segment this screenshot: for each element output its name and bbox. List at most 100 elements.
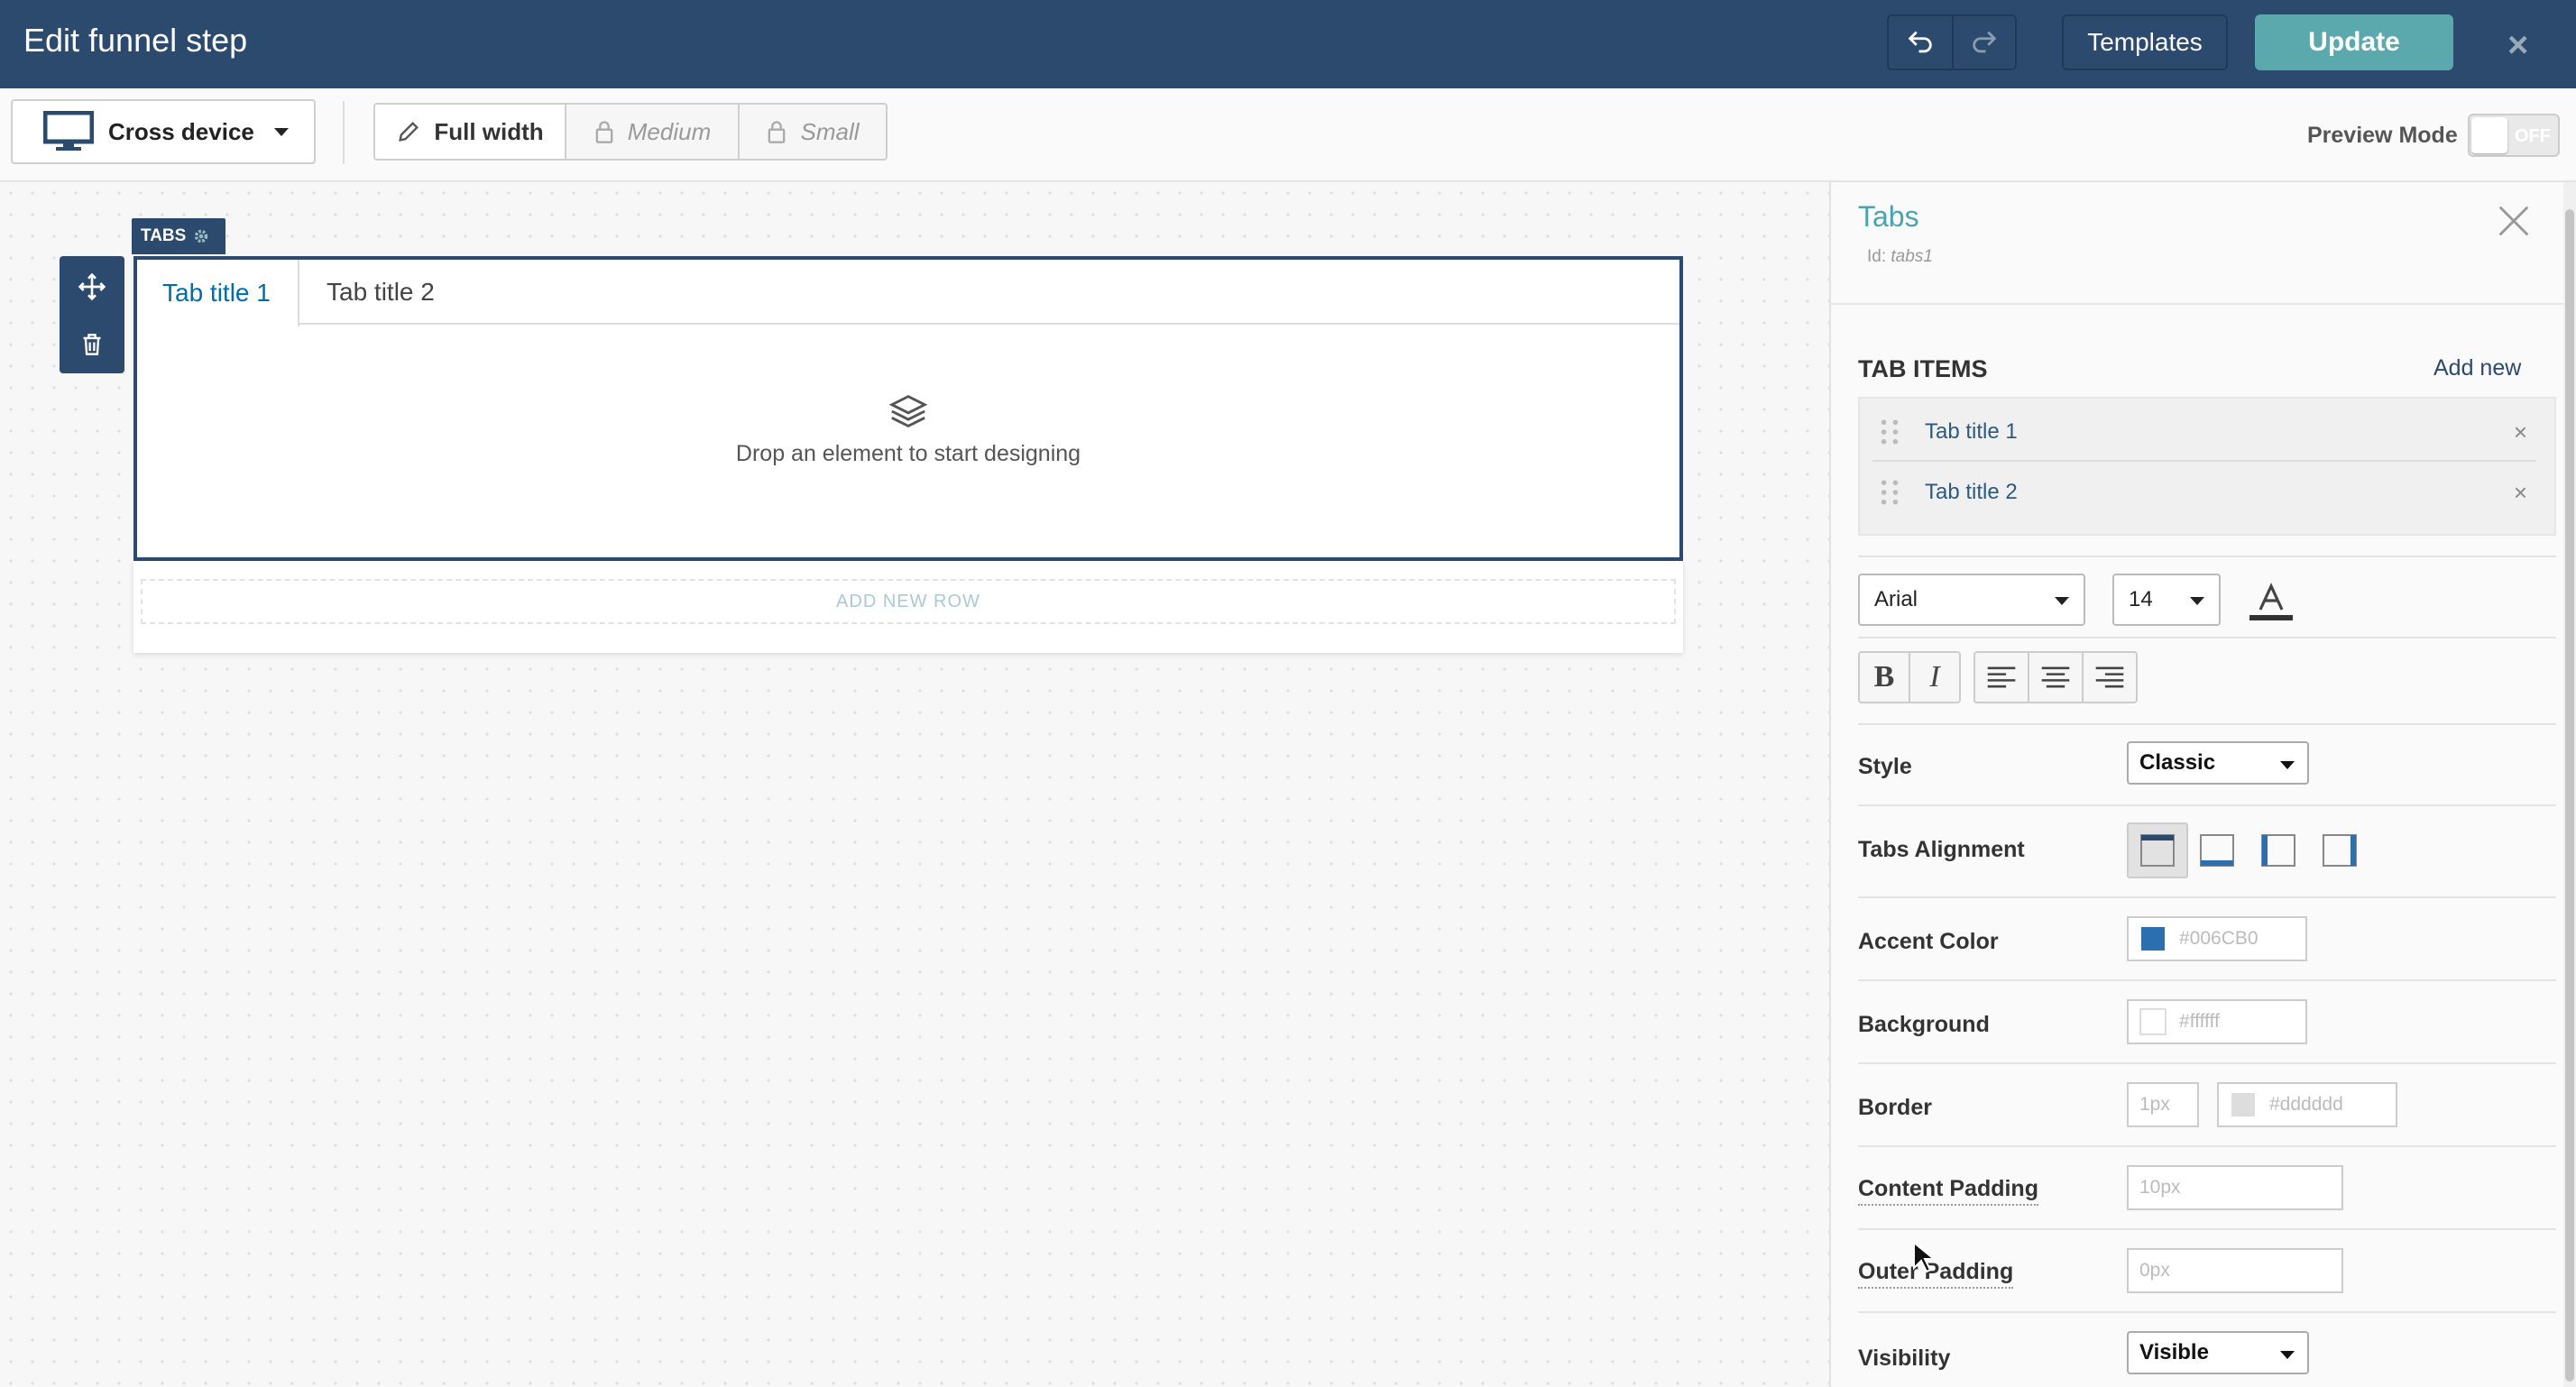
tabs-top-icon (2140, 834, 2175, 867)
content-padding-label: Content Padding (1858, 1176, 2038, 1206)
tabs-tag-label: TABS (141, 226, 187, 245)
background-color-value: #ffffff (2179, 1011, 2220, 1032)
toggle-knob (2471, 117, 2507, 153)
delete-element-button[interactable] (60, 316, 124, 373)
element-toolbar (60, 256, 124, 373)
border-color-input[interactable]: #dddddd (2217, 1082, 2397, 1127)
bold-button[interactable]: B (1858, 651, 1910, 703)
tab-title-1[interactable]: Tab title 1 (137, 260, 299, 326)
tab-items-list: Tab title 1 × Tab title 2 × (1858, 397, 2556, 536)
add-new-row-button[interactable]: ADD NEW ROW (141, 579, 1676, 624)
divider (1858, 1311, 2556, 1313)
align-right-icon (2095, 666, 2124, 688)
update-button[interactable]: Update (2255, 14, 2453, 70)
align-left-icon (1987, 666, 2016, 688)
element-id-label: Id: (1867, 247, 1887, 266)
medium-width-button[interactable]: Medium (565, 103, 740, 161)
tabs-align-left-button[interactable] (2248, 822, 2309, 878)
tabs-alignment-label: Tabs Alignment (1858, 837, 2025, 862)
align-center-button[interactable] (2028, 651, 2084, 703)
element-id: Id: tabs1 (1867, 247, 1933, 267)
content-padding-value: 10px (2139, 1177, 2181, 1198)
chevron-down-icon (2055, 597, 2069, 605)
preview-mode-toggle[interactable]: OFF (2468, 114, 2560, 157)
border-color-swatch[interactable] (2230, 1091, 2257, 1118)
outer-padding-input[interactable]: 0px (2127, 1248, 2343, 1293)
align-right-button[interactable] (2082, 651, 2138, 703)
full-width-button[interactable]: Full width (373, 103, 566, 161)
align-left-button[interactable] (1973, 651, 2029, 703)
element-id-value: tabs1 (1891, 247, 1933, 266)
font-family-select[interactable]: Arial (1858, 574, 2085, 626)
device-selector[interactable]: Cross device (11, 99, 316, 164)
monitor-icon (43, 111, 94, 151)
tabs-align-top-button[interactable] (2127, 822, 2188, 878)
style-select[interactable]: Classic (2127, 741, 2309, 785)
close-icon[interactable]: × (2507, 25, 2528, 66)
visibility-value: Visible (2139, 1340, 2209, 1364)
remove-item-icon[interactable]: × (2514, 418, 2527, 446)
panel-title: Tabs (1858, 200, 1919, 233)
border-width-value: 1px (2139, 1094, 2170, 1115)
border-width-input[interactable]: 1px (2127, 1082, 2199, 1127)
tabs-element[interactable]: Tab title 1 Tab title 2 Drop an element … (133, 256, 1683, 561)
align-center-icon (2041, 666, 2070, 688)
style-label: Style (1858, 754, 1912, 779)
accent-color-label: Accent Color (1858, 929, 1999, 954)
list-item[interactable]: Tab title 1 × (1872, 404, 2536, 462)
move-icon (78, 272, 106, 301)
tab-header: Tab title 1 Tab title 2 (137, 260, 1679, 326)
tab-item-label[interactable]: Tab title 2 (1925, 480, 2018, 505)
accent-color-input[interactable]: #006CB0 (2127, 916, 2307, 961)
templates-button[interactable]: Templates (2062, 14, 2228, 70)
accent-color-swatch[interactable] (2139, 925, 2167, 952)
grip-icon[interactable] (1880, 418, 1900, 445)
toolbar-divider (343, 101, 345, 164)
grip-icon[interactable] (1880, 479, 1900, 506)
small-width-button[interactable]: Small (738, 103, 888, 161)
content-padding-input[interactable]: 10px (2127, 1165, 2343, 1210)
divider (1858, 1145, 2556, 1147)
lock-icon (768, 121, 786, 143)
medium-width-label: Medium (627, 117, 712, 145)
full-width-label: Full width (434, 117, 544, 145)
tabs-align-bottom-button[interactable] (2186, 822, 2248, 878)
divider (1858, 1228, 2556, 1230)
background-color-swatch[interactable] (2139, 1008, 2167, 1035)
add-new-tab-link[interactable]: Add new (2433, 355, 2521, 381)
style-value: Classic (2139, 750, 2216, 775)
tabs-align-right-button[interactable] (2309, 822, 2370, 878)
scrollbar-thumb[interactable] (2565, 209, 2574, 1382)
drop-zone[interactable]: Drop an element to start designing (137, 393, 1679, 467)
border-color-value: #dddddd (2269, 1094, 2343, 1115)
panel-scrollbar[interactable] (2563, 182, 2576, 1387)
divider (1858, 896, 2556, 898)
tab-title-2[interactable]: Tab title 2 (299, 260, 480, 325)
device-label: Cross device (108, 117, 254, 145)
gear-icon[interactable] (193, 228, 209, 244)
list-item[interactable]: Tab title 2 × (1872, 464, 2536, 521)
layers-icon (888, 395, 928, 427)
tabs-element-tag[interactable]: TABS (132, 218, 225, 254)
bold-icon: B (1873, 660, 1895, 694)
background-label: Background (1858, 1012, 1990, 1037)
mouse-cursor-icon (1913, 1241, 1934, 1273)
redo-button[interactable] (1952, 14, 2017, 70)
background-color-input[interactable]: #ffffff (2127, 999, 2307, 1044)
tab-item-label[interactable]: Tab title 1 (1925, 419, 2018, 445)
remove-item-icon[interactable]: × (2514, 479, 2527, 507)
undo-button[interactable] (1887, 14, 1954, 70)
panel-header: Tabs Id: tabs1 (1831, 182, 2563, 305)
font-size-select[interactable]: 14 (2112, 574, 2221, 626)
italic-icon: I (1929, 660, 1940, 694)
visibility-select[interactable]: Visible (2127, 1331, 2309, 1374)
italic-button[interactable]: I (1909, 651, 1961, 703)
chevron-down-icon (273, 127, 289, 136)
font-color-icon[interactable] (2246, 581, 2296, 624)
divider (1858, 804, 2556, 806)
divider (1858, 637, 2556, 638)
close-icon[interactable] (2493, 200, 2535, 242)
outer-padding-label: Outer Padding (1858, 1259, 2014, 1289)
move-handle[interactable] (60, 258, 124, 316)
font-family-value: Arial (1874, 587, 1918, 611)
